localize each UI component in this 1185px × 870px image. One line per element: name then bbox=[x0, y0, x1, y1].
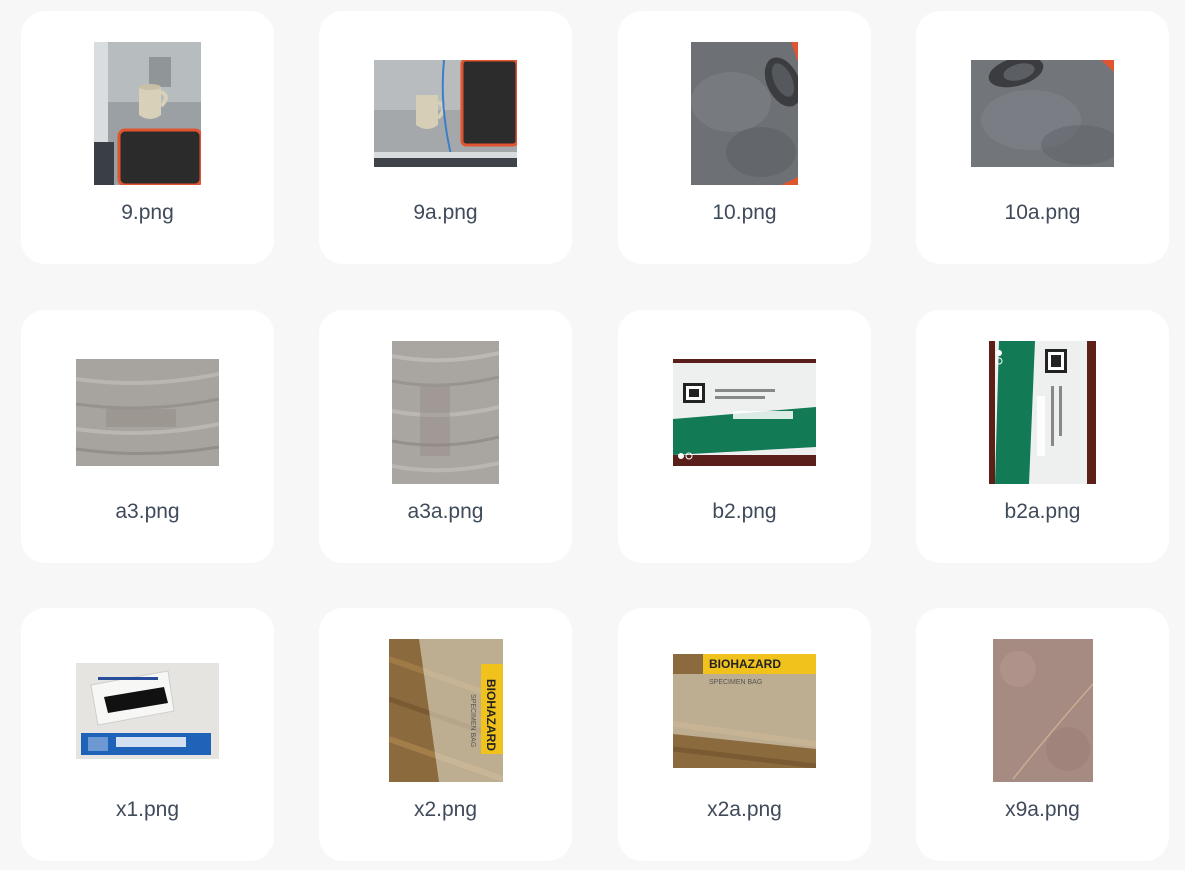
file-name: 10.png bbox=[712, 201, 777, 224]
image-thumbnail[interactable]: BIOHAZARD SPECIMEN BAG bbox=[388, 639, 503, 782]
file-card-x2[interactable]: BIOHAZARD SPECIMEN BAG x2.png bbox=[319, 608, 572, 861]
file-card-10[interactable]: 10.png bbox=[618, 11, 871, 264]
image-thumbnail[interactable] bbox=[989, 341, 1096, 484]
file-name: x2a.png bbox=[707, 798, 782, 821]
file-name: b2a.png bbox=[1004, 500, 1081, 523]
image-thumbnail[interactable] bbox=[691, 42, 798, 185]
file-name: x9a.png bbox=[1005, 798, 1080, 821]
file-name: b2.png bbox=[712, 500, 777, 523]
file-card-x1[interactable]: x1.png bbox=[21, 608, 274, 861]
file-name: a3a.png bbox=[407, 500, 484, 523]
file-name: a3.png bbox=[115, 500, 180, 523]
image-thumbnail[interactable] bbox=[971, 60, 1114, 167]
image-thumbnail[interactable]: BIOHAZARD SPECIMEN BAG bbox=[673, 653, 816, 768]
image-thumbnail[interactable] bbox=[76, 359, 219, 466]
file-name: x2.png bbox=[413, 798, 478, 821]
file-card-a3[interactable]: a3.png bbox=[21, 310, 274, 563]
file-card-x2a[interactable]: BIOHAZARD SPECIMEN BAG x2a.png bbox=[618, 608, 871, 861]
image-thumbnail[interactable] bbox=[94, 42, 201, 185]
image-thumbnail[interactable] bbox=[392, 341, 499, 484]
file-name: 10a.png bbox=[1004, 201, 1081, 224]
image-thumbnail[interactable] bbox=[76, 662, 219, 759]
file-card-10a[interactable]: 10a.png bbox=[916, 11, 1169, 264]
file-card-x9a[interactable]: x9a.png bbox=[916, 608, 1169, 861]
file-card-b2a[interactable]: b2a.png bbox=[916, 310, 1169, 563]
image-thumbnail[interactable] bbox=[992, 639, 1093, 782]
file-card-b2[interactable]: b2.png bbox=[618, 310, 871, 563]
file-card-9a[interactable]: 9a.png bbox=[319, 11, 572, 264]
biohazard-label: BIOHAZARD bbox=[484, 679, 498, 751]
file-card-a3a[interactable]: a3a.png bbox=[319, 310, 572, 563]
specimen-bag-label: SPECIMEN BAG bbox=[709, 679, 762, 686]
file-name: x1.png bbox=[115, 798, 180, 821]
biohazard-label: BIOHAZARD bbox=[709, 657, 781, 671]
image-thumbnail[interactable] bbox=[374, 60, 517, 167]
specimen-bag-label: SPECIMEN BAG bbox=[469, 694, 476, 747]
file-card-9[interactable]: 9.png bbox=[21, 11, 274, 264]
file-name: 9a.png bbox=[413, 201, 478, 224]
image-thumbnail[interactable] bbox=[673, 359, 816, 466]
file-name: 9.png bbox=[121, 201, 174, 224]
